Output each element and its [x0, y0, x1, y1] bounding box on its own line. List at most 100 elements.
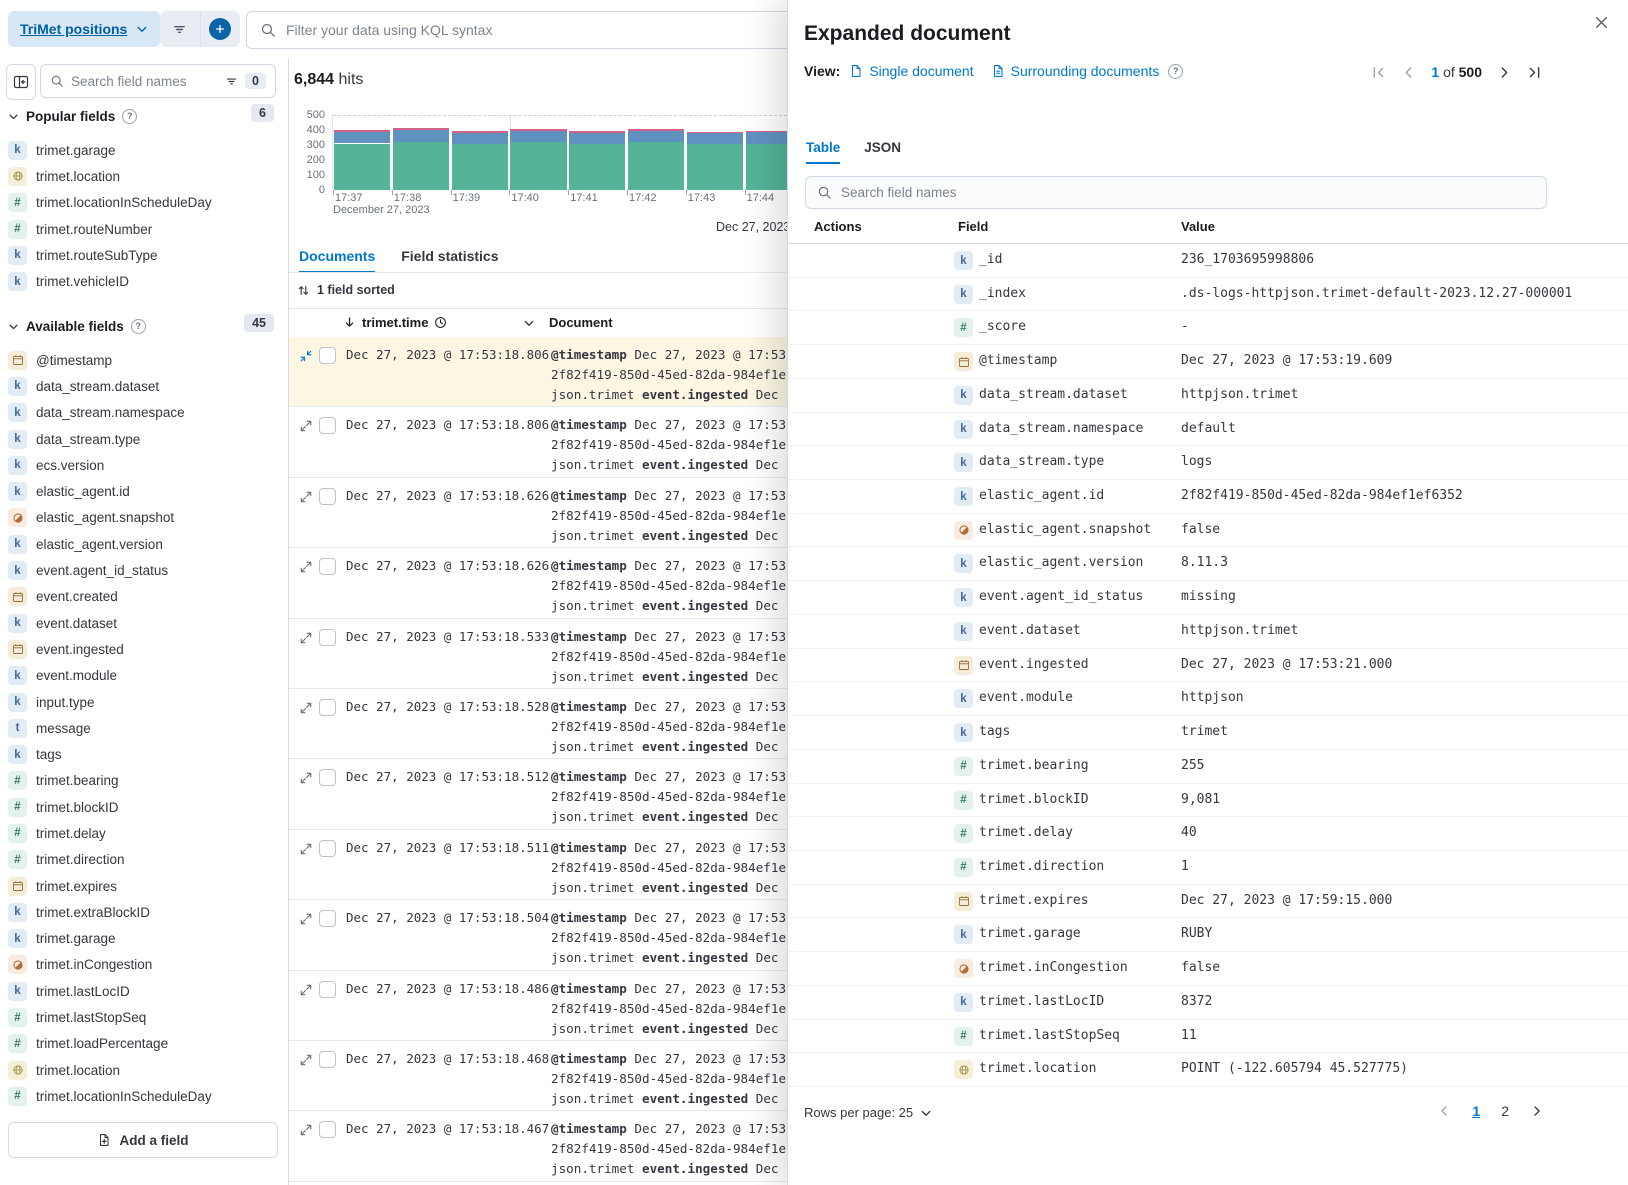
row-checkbox[interactable] [319, 1051, 336, 1068]
last-page-icon[interactable] [1527, 65, 1542, 80]
field-item[interactable]: ktrimet.routeSubType [8, 242, 278, 268]
field-item[interactable]: ktrimet.garage [8, 137, 278, 163]
histogram-bar-pink[interactable] [452, 131, 508, 133]
expand-document-button[interactable] [299, 631, 313, 645]
expand-document-button[interactable] [299, 912, 313, 926]
sort-fields-button[interactable]: 1 field sorted [297, 283, 395, 297]
field-item[interactable]: kdata_stream.dataset [8, 373, 278, 399]
field-item[interactable]: #trimet.delay [8, 820, 278, 846]
tab-field-statistics[interactable]: Field statistics [401, 248, 498, 273]
row-checkbox[interactable] [319, 840, 336, 857]
expand-document-button[interactable] [299, 560, 313, 574]
field-item[interactable]: trimet.location [8, 163, 278, 189]
single-document-link[interactable]: Single document [849, 63, 973, 79]
histogram-bar-green[interactable] [510, 142, 566, 190]
expand-document-button[interactable] [299, 1053, 313, 1067]
flyout-field-search-input[interactable]: Search field names [805, 176, 1547, 209]
histogram-bar-green[interactable] [334, 144, 390, 191]
histogram-bar-green[interactable] [687, 144, 743, 190]
histogram-bar-blue[interactable] [628, 131, 684, 142]
field-item[interactable]: kevent.dataset [8, 610, 278, 636]
field-search-input[interactable]: Search field names 0 [40, 64, 276, 98]
field-item[interactable]: kelastic_agent.id [8, 478, 278, 504]
first-page-icon[interactable] [1371, 65, 1386, 80]
row-checkbox[interactable] [319, 488, 336, 505]
field-item[interactable]: kevent.module [8, 663, 278, 689]
time-column-header[interactable]: trimet.time [343, 315, 447, 330]
histogram-bar-blue[interactable] [746, 132, 787, 143]
next-page-icon[interactable] [1530, 1104, 1544, 1118]
row-checkbox[interactable] [319, 347, 336, 364]
field-item[interactable]: trimet.expires [8, 873, 278, 899]
histogram-bar-blue[interactable] [687, 133, 743, 144]
close-icon[interactable] [1593, 14, 1610, 31]
row-checkbox[interactable] [319, 417, 336, 434]
expand-document-button[interactable] [299, 983, 313, 997]
histogram-bar-green[interactable] [628, 142, 684, 190]
field-item[interactable]: ktrimet.extraBlockID [8, 899, 278, 925]
expand-document-button[interactable] [299, 490, 313, 504]
histogram-bar-green[interactable] [393, 142, 449, 190]
row-checkbox[interactable] [319, 981, 336, 998]
field-item[interactable]: #trimet.bearing [8, 768, 278, 794]
field-item[interactable]: kdata_stream.type [8, 426, 278, 452]
row-checkbox[interactable] [319, 629, 336, 646]
field-item[interactable]: ktags [8, 741, 278, 767]
previous-page-icon[interactable] [1401, 65, 1416, 80]
histogram-bar-blue[interactable] [510, 131, 566, 143]
field-item[interactable]: elastic_agent.snapshot [8, 505, 278, 531]
saved-query-menu-button[interactable] [160, 11, 200, 47]
field-filter-icon[interactable] [225, 75, 238, 88]
field-item[interactable]: tmessage [8, 715, 278, 741]
expand-document-button[interactable] [299, 771, 313, 785]
collapse-document-button[interactable] [299, 349, 313, 363]
page-number-1[interactable]: 1 [1472, 1103, 1480, 1119]
field-item[interactable]: #trimet.blockID [8, 794, 278, 820]
rows-per-page-button[interactable]: Rows per page: 25 [804, 1105, 932, 1120]
field-item[interactable]: kinput.type [8, 689, 278, 715]
histogram-bar-green[interactable] [569, 144, 625, 190]
field-item[interactable]: event.ingested [8, 636, 278, 662]
field-item[interactable]: kdata_stream.namespace [8, 400, 278, 426]
data-view-picker[interactable]: TriMet positions [8, 11, 160, 47]
field-item[interactable]: #trimet.routeNumber [8, 216, 278, 242]
row-checkbox[interactable] [319, 558, 336, 575]
field-item[interactable]: ktrimet.garage [8, 926, 278, 952]
surrounding-documents-link[interactable]: Surrounding documents [991, 63, 1160, 79]
time-column-menu-chevron[interactable] [523, 317, 535, 329]
histogram-bar-green[interactable] [452, 144, 508, 190]
histogram-bar-blue[interactable] [393, 130, 449, 141]
histogram-bar-pink[interactable] [569, 131, 625, 133]
histogram-bar-pink[interactable] [746, 131, 787, 133]
tab-json[interactable]: JSON [864, 140, 901, 164]
field-item[interactable]: ktrimet.lastLocID [8, 978, 278, 1004]
field-item[interactable]: #trimet.locationInScheduleDay [8, 1083, 278, 1109]
add-filter-button[interactable] [200, 11, 241, 47]
tab-documents[interactable]: Documents [299, 248, 375, 273]
field-item[interactable]: trimet.inCongestion [8, 952, 278, 978]
field-item[interactable]: kecs.version [8, 452, 278, 478]
field-item[interactable]: trimet.location [8, 1057, 278, 1083]
field-item[interactable]: event.created [8, 584, 278, 610]
histogram-bar-blue[interactable] [569, 133, 625, 144]
histogram-bar-pink[interactable] [510, 129, 566, 131]
field-item[interactable]: ktrimet.vehicleID [8, 268, 278, 294]
collapse-sidebar-button[interactable] [6, 64, 36, 100]
field-item[interactable]: #trimet.lastStopSeq [8, 1004, 278, 1030]
histogram-bar-pink[interactable] [393, 128, 449, 130]
histogram-bar-blue[interactable] [452, 133, 508, 144]
field-item[interactable]: kevent.agent_id_status [8, 557, 278, 583]
histogram-bar-blue[interactable] [334, 132, 390, 144]
field-item[interactable]: kelastic_agent.version [8, 531, 278, 557]
histogram-bar-green[interactable] [746, 144, 787, 190]
expand-document-button[interactable] [299, 701, 313, 715]
expand-document-button[interactable] [299, 1123, 313, 1137]
add-field-button[interactable]: Add a field [8, 1122, 278, 1158]
row-checkbox[interactable] [319, 769, 336, 786]
previous-page-icon[interactable] [1437, 1104, 1451, 1118]
row-checkbox[interactable] [319, 910, 336, 927]
histogram-bar-pink[interactable] [628, 129, 684, 131]
expand-document-button[interactable] [299, 842, 313, 856]
popular-fields-header[interactable]: Popular fields ? [8, 106, 137, 126]
histogram-bar-pink[interactable] [687, 132, 743, 134]
